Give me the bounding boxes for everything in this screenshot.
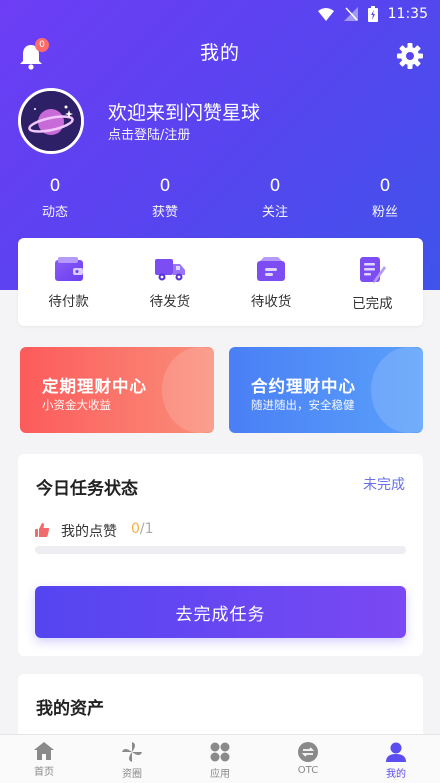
daily-task-card: 今日任务状态 未完成 我的点赞 0/1 去完成任务 xyxy=(18,454,423,656)
wifi-icon xyxy=(317,7,334,21)
tab-label: 资圈 xyxy=(122,769,142,780)
promo-subtitle: 随进随出，安全稳健 xyxy=(251,398,355,412)
stat-followers[interactable]: 0 粉丝 xyxy=(330,176,440,220)
task-progress-bar xyxy=(35,546,406,554)
package-icon xyxy=(257,257,286,281)
task-item-name: 我的点赞 xyxy=(61,524,117,540)
status-bar: 11:35 xyxy=(317,0,440,28)
home-icon xyxy=(34,742,54,760)
tab-mine[interactable]: 我的 xyxy=(352,735,440,783)
tab-label: 应用 xyxy=(210,769,230,780)
stat-likes[interactable]: 0 获赞 xyxy=(110,176,220,220)
stat-label: 关注 xyxy=(261,205,288,220)
promo-title: 定期理财中心 xyxy=(42,377,147,396)
user-icon xyxy=(386,742,406,762)
complete-task-button[interactable]: 去完成任务 xyxy=(35,586,406,638)
login-register-link[interactable]: 点击登陆/注册 xyxy=(108,124,190,143)
tab-circle[interactable]: 资圈 xyxy=(88,735,176,783)
decorative-circle xyxy=(162,347,214,433)
document-done-icon xyxy=(360,257,387,283)
task-progress-total: /1 xyxy=(139,521,154,537)
wallet-icon xyxy=(54,257,83,281)
promo-title: 合约理财中心 xyxy=(251,377,356,396)
assets-title: 我的资产 xyxy=(36,699,104,719)
gear-icon[interactable] xyxy=(396,42,424,70)
page-title: 我的 xyxy=(199,42,240,64)
task-progress-text: 0/1 xyxy=(131,521,154,537)
pinwheel-icon xyxy=(122,742,142,762)
tab-home[interactable]: 首页 xyxy=(0,735,88,783)
promo-subtitle: 小资金大收益 xyxy=(42,398,111,412)
truck-icon xyxy=(154,259,185,281)
apps-icon xyxy=(210,742,230,762)
task-title: 今日任务状态 xyxy=(36,479,138,499)
stats-row: 0 动态 0 获赞 0 关注 0 粉丝 xyxy=(0,176,440,220)
order-label: 已完成 xyxy=(352,296,393,312)
bottom-tab-bar: 首页 资圈 应用 OTC 我的 xyxy=(0,734,440,783)
stat-label: 动态 xyxy=(41,205,68,220)
fixed-finance-center-card[interactable]: 定期理财中心 小资金大收益 xyxy=(20,347,214,433)
stat-following[interactable]: 0 关注 xyxy=(220,176,330,220)
battery-icon xyxy=(367,6,378,22)
order-pending-shipment[interactable]: 待发货 xyxy=(119,238,220,326)
order-pending-receipt[interactable]: 待收货 xyxy=(221,238,322,326)
stat-label: 粉丝 xyxy=(371,205,398,220)
stat-posts[interactable]: 0 动态 xyxy=(0,176,110,220)
tab-label: 首页 xyxy=(34,767,54,778)
tab-otc[interactable]: OTC xyxy=(264,735,352,783)
signal-off-icon xyxy=(343,7,358,21)
stat-value: 0 xyxy=(269,176,281,196)
stat-value: 0 xyxy=(379,176,391,196)
order-status-card: 待付款 待发货 待收货 已完成 xyxy=(18,238,423,326)
order-pending-payment[interactable]: 待付款 xyxy=(18,238,119,326)
stat-value: 0 xyxy=(159,176,171,196)
tab-label: 我的 xyxy=(386,769,406,780)
exchange-icon xyxy=(298,742,318,762)
task-progress-done: 0 xyxy=(131,521,140,537)
decorative-circle xyxy=(371,347,423,433)
thumbs-up-icon xyxy=(35,523,50,537)
welcome-text: 欢迎来到闪赞星球 xyxy=(108,102,261,124)
stat-label: 获赞 xyxy=(151,205,178,220)
avatar[interactable] xyxy=(18,88,84,154)
order-completed[interactable]: 已完成 xyxy=(322,238,423,326)
order-label: 待发货 xyxy=(149,294,191,310)
planet-icon xyxy=(21,91,81,151)
contract-finance-center-card[interactable]: 合约理财中心 随进随出，安全稳健 xyxy=(229,347,423,433)
tab-apps[interactable]: 应用 xyxy=(176,735,264,783)
order-label: 待收货 xyxy=(250,294,292,310)
stat-value: 0 xyxy=(49,176,61,196)
status-time: 11:35 xyxy=(387,6,428,22)
tab-label: OTC xyxy=(297,765,319,776)
order-label: 待付款 xyxy=(48,294,89,310)
task-status: 未完成 xyxy=(363,477,405,493)
